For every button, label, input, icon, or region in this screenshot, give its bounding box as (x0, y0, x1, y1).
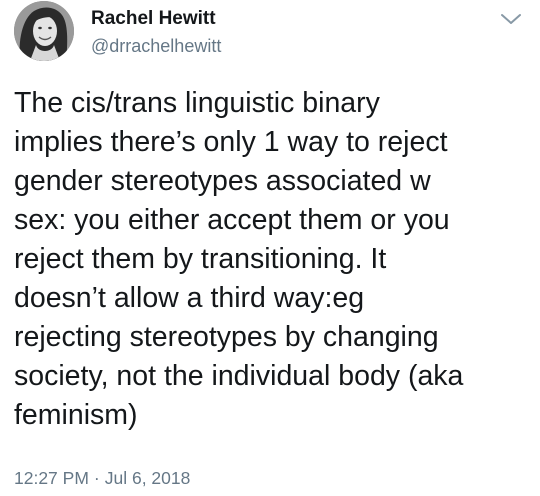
tweet-text-line: doesn’t allow a third way:eg (14, 282, 365, 314)
tweet-text-line: sex: you either accept them or you (14, 204, 450, 236)
tweet-text-line: feminism) (14, 399, 138, 431)
author-display-name[interactable]: Rachel Hewitt (91, 7, 216, 31)
avatar[interactable] (14, 1, 74, 61)
tweet-time: 12:27 PM (14, 468, 89, 488)
profile-photo-icon (14, 1, 74, 61)
tweet-text-line: rejecting stereotypes by changing (14, 321, 439, 353)
tweet-text: The cis/trans linguistic binary implies … (14, 84, 528, 435)
tweet-text-line: society, not the individual body (aka (14, 360, 464, 392)
tweet-menu-button[interactable] (498, 8, 524, 30)
chevron-down-icon (501, 14, 521, 24)
tweet-text-line: gender stereotypes associated w (14, 165, 431, 197)
tweet-text-line: implies there’s only 1 way to reject (14, 126, 448, 158)
tweet-text-line: The cis/trans linguistic binary (14, 87, 380, 119)
author-handle[interactable]: @drrachelhewitt (91, 35, 221, 57)
tweet-timestamp[interactable]: 12:27 PM · Jul 6, 2018 (14, 467, 190, 489)
meta-separator: · (93, 468, 100, 488)
tweet-date: Jul 6, 2018 (104, 468, 191, 488)
tweet-text-line: reject them by transitioning. It (14, 243, 387, 275)
tweet-card: Rachel Hewitt @drrachelhewitt The cis/tr… (0, 0, 540, 496)
